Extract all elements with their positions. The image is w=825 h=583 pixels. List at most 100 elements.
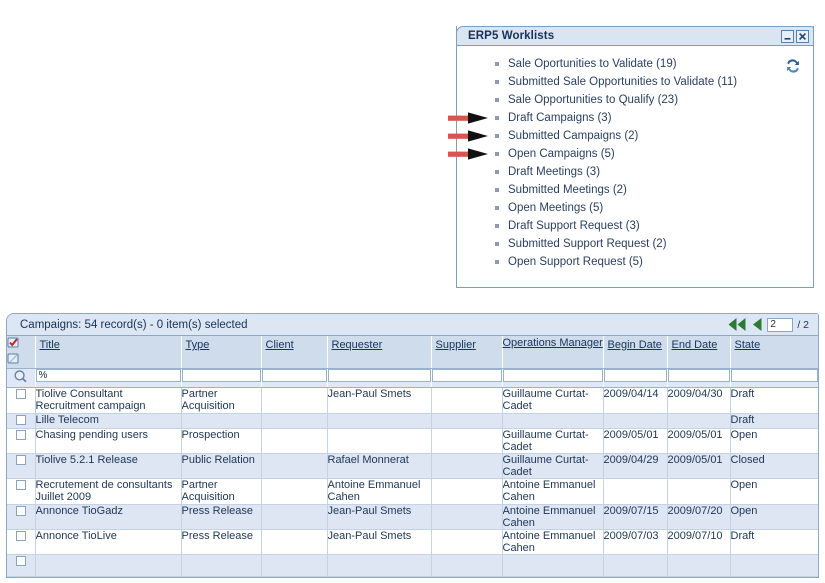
- worklist-item-label[interactable]: Open Support Request (5): [508, 256, 643, 268]
- previous-page-icon[interactable]: [751, 317, 763, 332]
- worklist-item[interactable]: Open Meetings (5): [495, 199, 737, 217]
- bullet-icon: [495, 116, 499, 120]
- bullet-icon: [495, 206, 499, 210]
- filter-input-end-date[interactable]: [667, 369, 730, 382]
- cell-supplier: [431, 529, 503, 555]
- row-checkbox[interactable]: [15, 480, 26, 490]
- cell-supplier: [431, 413, 503, 429]
- cell-begin-date: 2009/07/03: [603, 529, 668, 555]
- cell-client: [261, 478, 328, 505]
- row-checkbox[interactable]: [15, 415, 26, 425]
- table-filter-row: [7, 368, 818, 388]
- select-all-icon[interactable]: [7, 336, 20, 352]
- table-row[interactable]: Lille Telecom Draft: [7, 413, 818, 429]
- cell-supplier: [431, 453, 503, 479]
- worklist-item-label[interactable]: Submitted Sale Opportunities to Validate…: [508, 76, 737, 88]
- column-header-requester[interactable]: Requester: [327, 336, 432, 369]
- cell-requester: Jean-Paul Smets: [327, 504, 432, 530]
- cell-client: [261, 387, 328, 414]
- table-row[interactable]: Tiolive 5.2.1 Release Public Relation Ra…: [7, 453, 818, 479]
- table-row[interactable]: [7, 554, 818, 577]
- worklist-item-label[interactable]: Draft Meetings (3): [508, 166, 600, 178]
- bullet-icon: [495, 80, 499, 84]
- column-header-client[interactable]: Client: [261, 336, 328, 369]
- close-button[interactable]: [796, 29, 809, 43]
- worklist-item[interactable]: Sale Oportunities to Validate (19): [495, 55, 737, 73]
- row-select-cell: [7, 504, 36, 530]
- column-header-state[interactable]: State: [730, 336, 818, 369]
- cell-type: Prospection: [181, 428, 262, 454]
- worklist-item[interactable]: Draft Support Request (3): [495, 217, 737, 235]
- worklist-item-label[interactable]: Submitted Support Request (2): [508, 238, 667, 250]
- deselect-all-icon[interactable]: [7, 352, 20, 368]
- row-checkbox[interactable]: [15, 455, 26, 465]
- column-header-begin-date[interactable]: Begin Date: [603, 336, 668, 369]
- worklist-item-label[interactable]: Submitted Meetings (2): [508, 184, 627, 196]
- bullet-icon: [495, 170, 499, 174]
- cell-operations-manager: [502, 554, 604, 577]
- row-checkbox[interactable]: [15, 506, 26, 516]
- cell-end-date: 2009/05/01: [667, 453, 731, 479]
- worklist-item-label[interactable]: Draft Campaigns (3): [508, 112, 612, 124]
- worklist-item[interactable]: Submitted Support Request (2): [495, 235, 737, 253]
- filter-input-title[interactable]: [35, 369, 181, 382]
- table-row[interactable]: Chasing pending users Prospection Guilla…: [7, 428, 818, 454]
- filter-cell-title: [35, 368, 182, 388]
- worklist-item-label[interactable]: Sale Opportunities to Qualify (23): [508, 94, 678, 106]
- minimize-button[interactable]: [781, 29, 794, 43]
- cell-type: Public Relation: [181, 453, 262, 479]
- table-row[interactable]: Recrutement de consultants Juillet 2009 …: [7, 478, 818, 505]
- row-checkbox[interactable]: [15, 389, 26, 399]
- filter-input-requester[interactable]: [327, 369, 431, 382]
- table-row[interactable]: Annonce TioGadz Press Release Jean-Paul …: [7, 504, 818, 530]
- worklist-item[interactable]: Submitted Campaigns (2): [448, 127, 737, 145]
- worklist-item[interactable]: Submitted Meetings (2): [495, 181, 737, 199]
- row-checkbox[interactable]: [15, 430, 26, 440]
- search-icon[interactable]: [13, 369, 28, 387]
- column-header-type[interactable]: Type: [181, 336, 262, 369]
- worklist-item-label[interactable]: Open Campaigns (5): [508, 148, 615, 160]
- cell-client: [261, 554, 328, 577]
- cell-requester: [327, 428, 432, 454]
- filter-input-begin-date[interactable]: [603, 369, 667, 382]
- worklist-body: Sale Oportunities to Validate (19) Submi…: [448, 46, 813, 287]
- row-checkbox[interactable]: [15, 531, 26, 541]
- filter-input-type[interactable]: [181, 369, 261, 382]
- filter-input-supplier[interactable]: [431, 369, 502, 382]
- worklist-item[interactable]: Draft Meetings (3): [495, 163, 737, 181]
- worklist-item-label[interactable]: Submitted Campaigns (2): [508, 130, 638, 142]
- worklist-item[interactable]: Submitted Sale Opportunities to Validate…: [495, 73, 737, 91]
- refresh-icon[interactable]: [785, 58, 801, 74]
- filter-input-state[interactable]: [730, 369, 818, 382]
- campaigns-table: Title Type Client Requester Supplier Ope…: [7, 336, 818, 577]
- cell-requester: Jean-Paul Smets: [327, 387, 432, 414]
- column-header-label: Operations Manager: [502, 337, 603, 349]
- filter-input-client[interactable]: [261, 369, 327, 382]
- column-header-operations-manager[interactable]: Operations Manager: [502, 336, 604, 369]
- table-body: Tiolive Consultant Recruitment campaign …: [7, 387, 818, 577]
- worklist-item-label[interactable]: Open Meetings (5): [508, 202, 603, 214]
- worklist-item-label[interactable]: Sale Oportunities to Validate (19): [508, 58, 677, 70]
- worklist-item[interactable]: Open Support Request (5): [495, 253, 737, 271]
- bullet-icon: [495, 62, 499, 66]
- page-number-input[interactable]: [767, 317, 794, 332]
- close-icon: [799, 32, 806, 40]
- worklist-item[interactable]: Sale Opportunities to Qualify (23): [495, 91, 737, 109]
- column-header-supplier[interactable]: Supplier: [431, 336, 503, 369]
- cell-state: [730, 554, 818, 577]
- column-header-title[interactable]: Title: [35, 336, 182, 369]
- cell-state: Open: [730, 504, 818, 530]
- table-row[interactable]: Tiolive Consultant Recruitment campaign …: [7, 387, 818, 414]
- row-select-cell: [7, 428, 36, 454]
- worklist-item[interactable]: Open Campaigns (5): [448, 145, 737, 163]
- table-row[interactable]: Annonce TioLive Press Release Jean-Paul …: [7, 529, 818, 555]
- column-header-end-date[interactable]: End Date: [667, 336, 731, 369]
- cell-requester: Rafael Monnerat: [327, 453, 432, 479]
- filter-input-operations-manager[interactable]: [502, 369, 603, 382]
- cell-type: Partner Acquisition: [181, 387, 262, 414]
- first-page-icon[interactable]: [727, 317, 747, 332]
- row-checkbox[interactable]: [15, 556, 26, 566]
- cell-state: Draft: [730, 413, 818, 429]
- worklist-item-label[interactable]: Draft Support Request (3): [508, 220, 640, 232]
- worklist-item[interactable]: Draft Campaigns (3): [448, 109, 737, 127]
